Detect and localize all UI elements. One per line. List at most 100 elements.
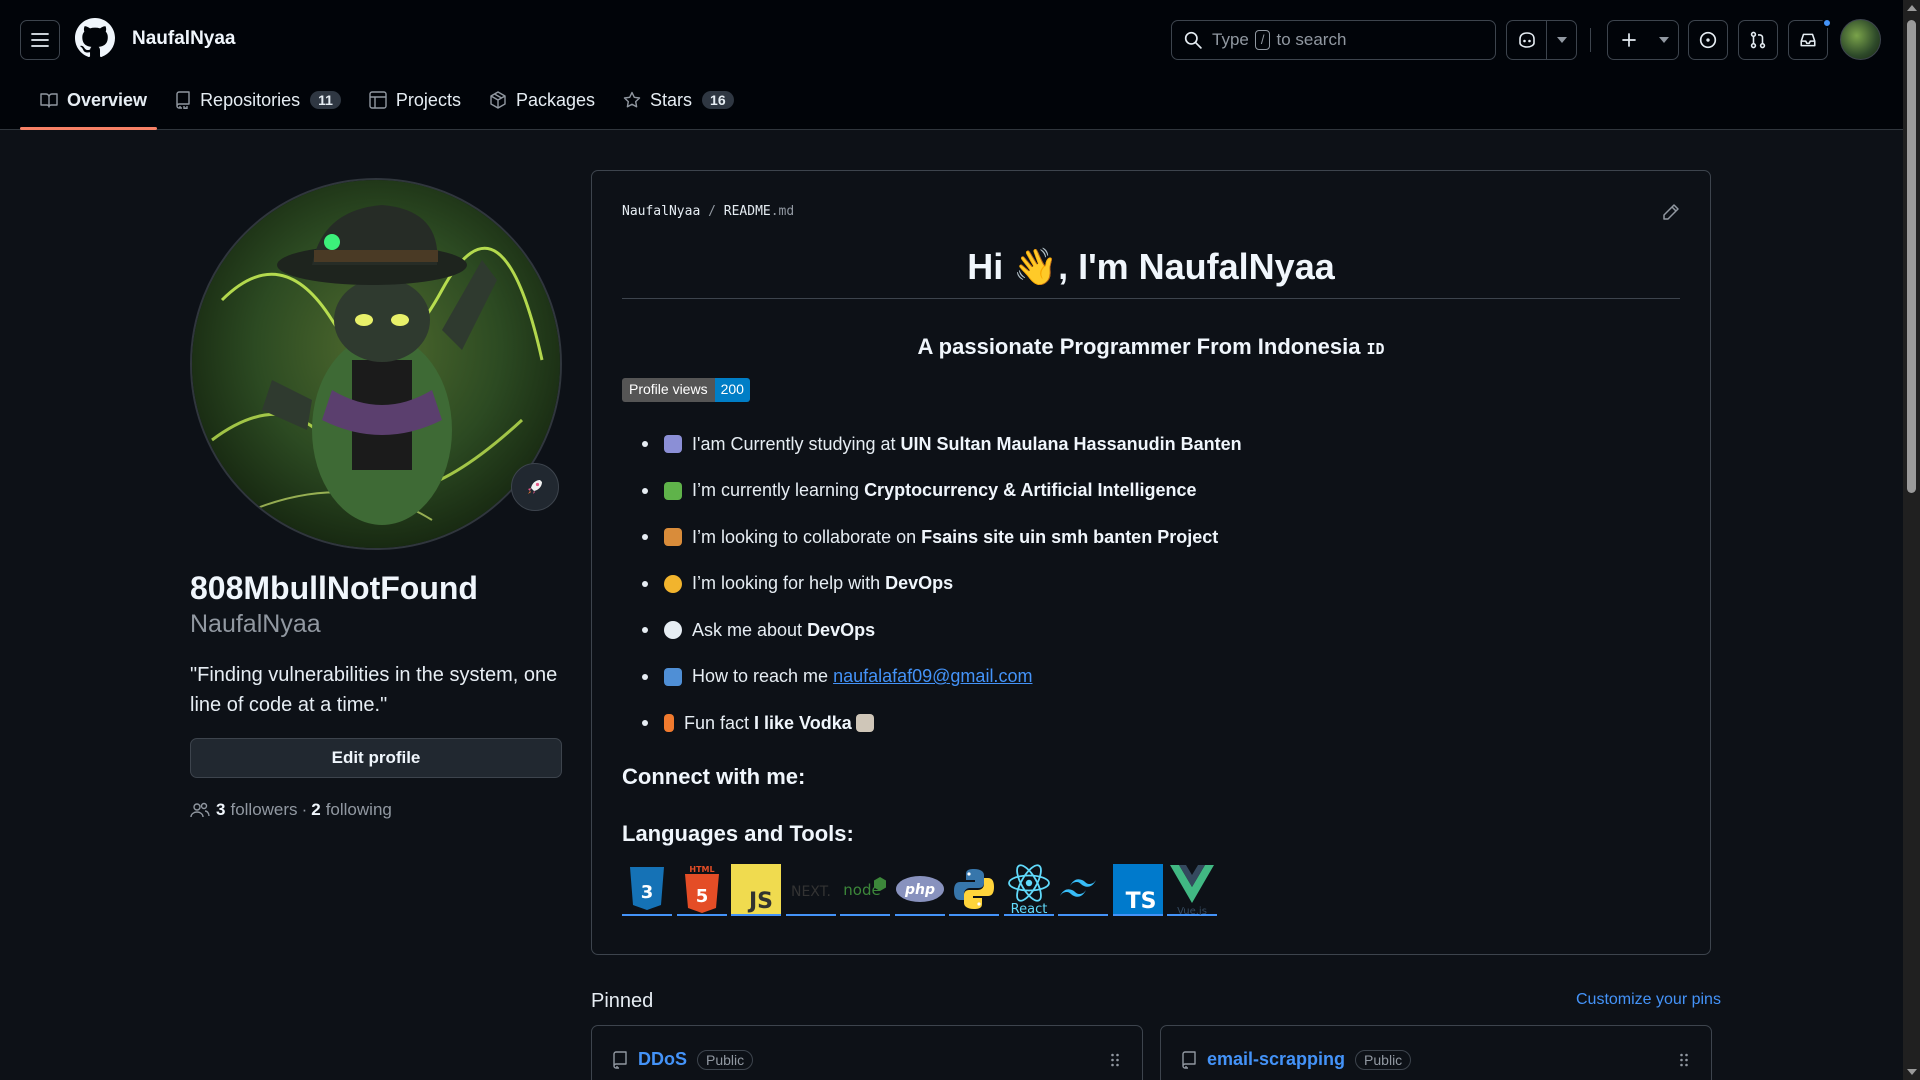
copilot-button-group <box>1506 20 1577 60</box>
list-item-text: I’m looking for help with <box>692 573 881 594</box>
scroll-down-arrow[interactable] <box>1907 1069 1917 1075</box>
notification-dot <box>1822 18 1832 28</box>
vuejs-logo-text: Vue.js <box>1177 906 1207 915</box>
readme-title-post: , I'm NaufalNyaa <box>1058 246 1335 287</box>
pinned-repo-card: DDoS Public <box>591 1025 1143 1080</box>
github-logo-icon[interactable] <box>75 18 115 58</box>
profile-avatar[interactable] <box>190 178 562 550</box>
php-logo[interactable]: php <box>894 866 945 916</box>
following-link[interactable]: 2 following <box>311 800 392 820</box>
scroll-up-arrow[interactable] <box>1907 5 1917 11</box>
followers-label: followers <box>230 800 298 819</box>
copilot-dropdown-button[interactable] <box>1546 21 1576 59</box>
html5-logo[interactable]: HTML 5 <box>676 865 727 916</box>
css3-logo[interactable]: 3 <box>622 866 672 916</box>
visibility-badge: Public <box>1355 1049 1412 1070</box>
tab-overview[interactable]: Overview <box>19 80 158 130</box>
profile-tabs: Overview Repositories 11 Projects Packag… <box>19 80 752 130</box>
create-dropdown-button[interactable] <box>1650 21 1678 59</box>
php-logo-text: php <box>903 882 934 898</box>
create-button-group <box>1607 20 1679 60</box>
hamburger-icon <box>31 33 49 47</box>
edit-readme-button[interactable] <box>1662 203 1680 221</box>
svg-text:5: 5 <box>695 886 708 907</box>
tailwind-logo[interactable] <box>1058 866 1108 916</box>
pinned-repo-name[interactable]: DDoS <box>638 1049 687 1070</box>
tab-stars[interactable]: Stars 16 <box>613 80 744 120</box>
drag-handle-icon[interactable] <box>1679 1052 1689 1068</box>
readme-title: Hi 👋, I'm NaufalNyaa <box>622 246 1680 299</box>
nodejs-logo[interactable]: node <box>840 866 890 916</box>
indonesia-flag-icon: ID <box>1366 340 1385 358</box>
readme-path-ext: .md <box>770 204 795 219</box>
tab-label: Repositories <box>200 89 301 110</box>
list-item-bold: UIN Sultan Maulana Hassanudin Banten <box>900 433 1242 454</box>
telescope-icon <box>664 435 682 454</box>
issues-button[interactable] <box>1688 20 1728 60</box>
tab-projects[interactable]: Projects <box>359 80 471 120</box>
readme-path[interactable]: NaufalNyaa / README.md <box>622 204 794 219</box>
edit-profile-button[interactable]: Edit profile <box>190 738 562 778</box>
visibility-badge: Public <box>697 1049 754 1070</box>
list-item: Fun fact I like Vodka <box>642 700 1242 747</box>
html5-logo-text: HTML <box>689 865 714 874</box>
mailbox-icon <box>664 667 682 686</box>
python-logo[interactable] <box>949 866 999 916</box>
set-status-button[interactable] <box>511 463 559 511</box>
pull-requests-button[interactable] <box>1738 20 1778 60</box>
search-suffix: to search <box>1276 30 1347 49</box>
typescript-logo-text: TS <box>1125 889 1156 914</box>
rocket-icon <box>528 480 542 494</box>
scrollbar-thumb[interactable] <box>1907 20 1916 493</box>
readme-card: NaufalNyaa / README.md Hi 👋, I'm NaufalN… <box>591 170 1711 955</box>
javascript-logo[interactable]: JS <box>731 864 781 916</box>
user-avatar-button[interactable] <box>1840 19 1881 60</box>
menu-button[interactable] <box>20 20 60 60</box>
people-holding-hands-icon <box>664 528 682 547</box>
speech-bubble-icon <box>664 621 682 640</box>
create-new-button[interactable] <box>1608 21 1650 59</box>
customize-pins-link[interactable]: Customize your pins <box>1576 991 1721 1009</box>
follow-separator: · <box>301 800 308 819</box>
nextjs-logo[interactable]: NEXT. <box>785 866 836 916</box>
search-icon <box>1184 31 1202 49</box>
list-item-text: I'am Currently studying at <box>692 433 896 454</box>
list-item: I'am Currently studying at UIN Sultan Mau… <box>642 421 1242 468</box>
profile-display-name: 808MbullNotFound <box>190 570 478 606</box>
readme-path-user: NaufalNyaa <box>622 204 701 219</box>
readme-subtitle-text: A passionate Programmer From Indonesia <box>917 334 1361 359</box>
context-username[interactable]: NaufalNyaa <box>132 28 236 50</box>
tab-packages[interactable]: Packages <box>479 80 605 120</box>
javascript-logo-text: JS <box>747 889 773 914</box>
nextjs-logo-text: NEXT. <box>790 884 830 900</box>
list-item-bold: I like Vodka <box>754 712 852 733</box>
vuejs-logo[interactable]: Vue.js <box>1167 865 1217 916</box>
list-item: I’m looking to collaborate on Fsains site… <box>642 514 1242 561</box>
connect-heading: Connect with me: <box>622 764 806 789</box>
copilot-button[interactable] <box>1507 21 1546 59</box>
typescript-logo[interactable]: TS <box>1112 864 1163 916</box>
chevron-down-icon <box>1556 37 1567 43</box>
email-link[interactable]: naufalafaf09@gmail.com <box>833 666 1032 687</box>
copilot-icon <box>1518 32 1535 48</box>
pinned-repo-card: email-scrapping Public <box>1160 1025 1712 1080</box>
followers-link[interactable]: 3 followers <box>210 800 298 820</box>
repo-icon <box>1182 1050 1196 1069</box>
search-input[interactable]: Type / to search <box>1171 20 1496 60</box>
page-scrollbar[interactable] <box>1903 0 1920 1080</box>
search-shortcut-key: / <box>1254 30 1271 50</box>
list-item: Ask me about DevOps <box>642 607 1242 654</box>
issue-opened-icon <box>1699 31 1717 49</box>
tab-repositories[interactable]: Repositories 11 <box>165 80 351 120</box>
list-item-text: Fun fact <box>684 712 750 733</box>
react-logo-text: React <box>1010 902 1047 915</box>
readme-path-separator: / <box>708 204 716 219</box>
repo-icon <box>176 91 190 109</box>
tab-label: Overview <box>67 89 148 110</box>
tab-label: Projects <box>395 89 461 110</box>
book-icon <box>40 93 58 108</box>
pinned-repo-name[interactable]: email-scrapping <box>1207 1049 1345 1070</box>
drag-handle-icon[interactable] <box>1110 1052 1120 1068</box>
profile-views-label: Profile views <box>622 378 715 402</box>
react-logo[interactable]: React <box>1003 864 1054 916</box>
